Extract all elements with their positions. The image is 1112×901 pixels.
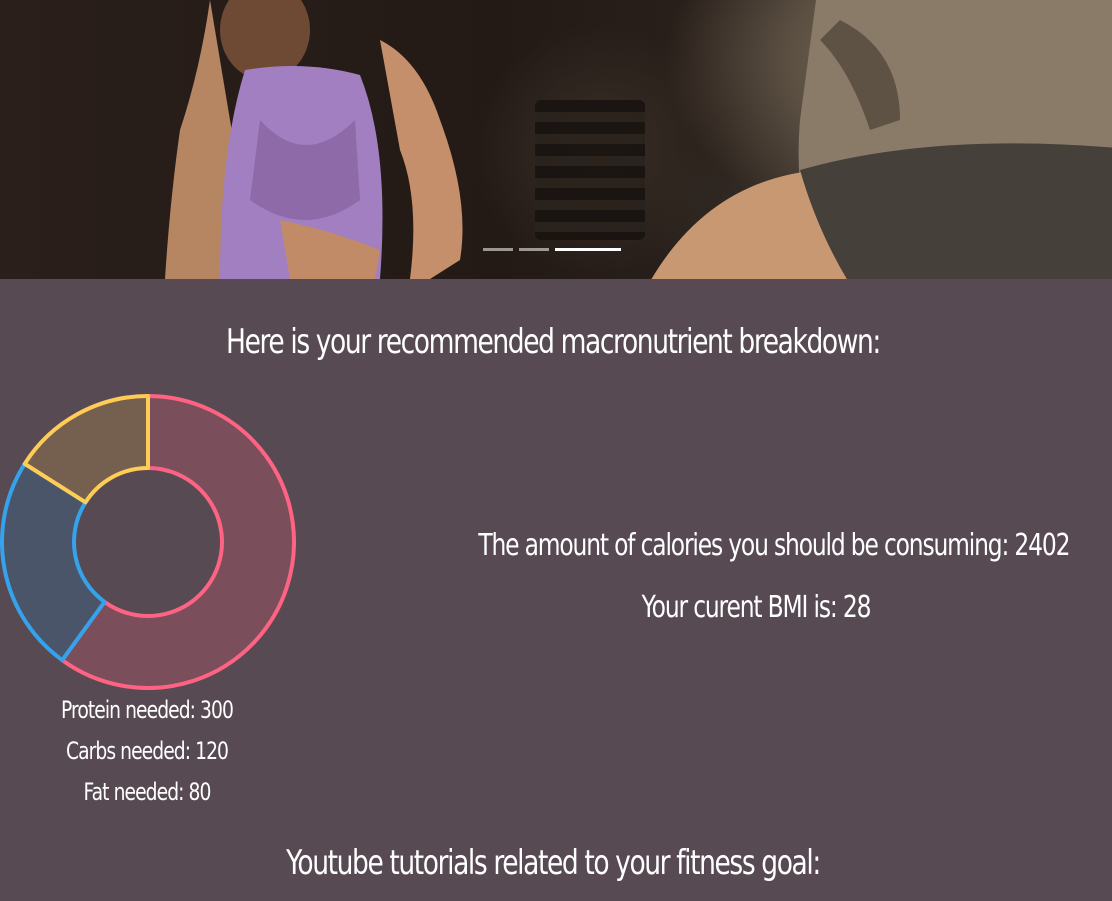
carousel-indicators xyxy=(483,248,621,251)
stats-panel: The amount of calories you should be con… xyxy=(400,520,1112,644)
carbs-needed-text: Carbs needed: 120 xyxy=(65,737,229,765)
macro-needs-list: Protein needed: 300 Carbs needed: 120 Fa… xyxy=(0,690,294,813)
bmi-text: Your curent BMI is: 28 xyxy=(641,590,872,625)
hero-man-image xyxy=(651,0,1112,279)
macro-doughnut-chart xyxy=(0,394,296,690)
calories-text: The amount of calories you should be con… xyxy=(478,528,1070,563)
hero-weight-plates xyxy=(535,100,645,240)
youtube-tutorials-heading: Youtube tutorials related to your fitnes… xyxy=(286,843,821,883)
carousel-indicator-3[interactable] xyxy=(555,248,621,251)
macro-breakdown-heading: Here is your recommended macronutrient b… xyxy=(226,322,881,362)
carousel-indicator-1[interactable] xyxy=(483,248,513,251)
hero-carousel xyxy=(0,0,1112,279)
protein-needed-text: Protein needed: 300 xyxy=(61,696,234,724)
hero-woman-image xyxy=(165,0,463,279)
fat-needed-text: Fat needed: 80 xyxy=(83,778,212,806)
carousel-indicator-2[interactable] xyxy=(519,248,549,251)
